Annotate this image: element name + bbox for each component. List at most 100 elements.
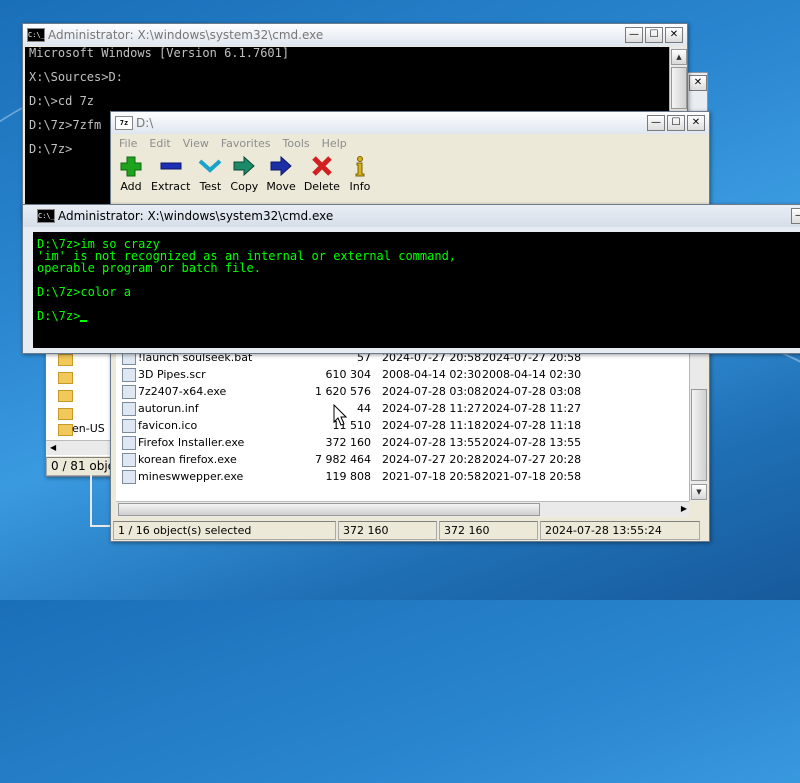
file-created: 2024-07-28 11:27 xyxy=(482,402,582,415)
test-label: Test xyxy=(199,180,222,193)
test-button[interactable]: Test xyxy=(198,155,222,193)
extract-button[interactable]: Extract xyxy=(151,155,190,193)
file-created: 2024-07-28 13:55 xyxy=(482,436,582,449)
file-size: 7 982 464 xyxy=(315,453,371,466)
file-icon xyxy=(122,402,136,416)
file-row[interactable]: korean firefox.exe 7 982 464 2024-07-27 20… xyxy=(116,451,689,468)
scroll-thumb[interactable] xyxy=(118,503,540,516)
file-size: 372 160 xyxy=(325,436,372,449)
scroll-thumb[interactable] xyxy=(691,389,707,481)
status-modified: 2024-07-28 13:55:24 xyxy=(540,521,700,540)
file-list[interactable]: !launch soulseek.bat 57 2024-07-27 20:58 20… xyxy=(116,349,689,501)
horizontal-scrollbar[interactable]: ▶ xyxy=(116,501,689,517)
file-modified: 2024-07-28 13:55 xyxy=(382,436,482,449)
file-created: 2024-07-28 11:18 xyxy=(482,419,582,432)
minimize-button[interactable]: — xyxy=(625,27,643,43)
menu-edit[interactable]: Edit xyxy=(149,137,170,150)
text-cursor xyxy=(80,320,88,322)
tree-item-en-us[interactable]: en-US xyxy=(72,422,105,435)
console-line: D:\>cd 7z xyxy=(29,94,95,108)
horizontal-scrollbar[interactable]: ◀ xyxy=(46,440,120,455)
status-selection: 1 / 16 object(s) selected xyxy=(113,521,336,540)
extract-icon xyxy=(160,162,182,170)
mouse-cursor-icon xyxy=(333,404,347,426)
file-row[interactable]: 7z2407-x64.exe 1 620 576 2024-07-28 03:08 2… xyxy=(116,383,689,400)
status-size: 372 160 xyxy=(338,521,437,540)
file-created: 2021-07-18 20:58 xyxy=(482,470,582,483)
close-button[interactable]: ✕ xyxy=(689,75,707,91)
console-output[interactable]: D:\7z>im so crazy'im' is not recognized … xyxy=(33,232,800,348)
file-row[interactable]: autorun.inf 44 2024-07-28 11:27 2024-07-28 … xyxy=(116,400,689,417)
file-created: 2008-04-14 02:30 xyxy=(482,368,582,381)
folder-icon xyxy=(58,408,73,420)
menu-view[interactable]: View xyxy=(183,137,209,150)
file-size: 1 620 576 xyxy=(315,385,371,398)
folder-icon xyxy=(58,390,73,402)
cmd-icon: C:\_ xyxy=(27,28,45,42)
file-size: 11 510 xyxy=(332,419,372,432)
folder-icon xyxy=(58,424,73,436)
menu-file[interactable]: File xyxy=(119,137,137,150)
file-row[interactable]: 3D Pipes.scr 610 304 2008-04-14 02:30 2008-… xyxy=(116,366,689,383)
cmd-window-front[interactable]: C:\_ Administrator: X:\windows\system32\… xyxy=(22,204,800,354)
file-icon xyxy=(122,436,136,450)
window-title: Administrator: X:\windows\system32\cmd.e… xyxy=(58,209,334,223)
file-modified: 2024-07-28 11:27 xyxy=(382,402,482,415)
file-icon xyxy=(122,419,136,433)
info-label: Info xyxy=(349,180,371,193)
title-bar[interactable]: C:\_ Administrator: X:\windows\system32\… xyxy=(23,24,687,46)
folder-tree: en-US ◀ xyxy=(46,346,120,456)
vertical-scrollbar[interactable]: ▼ xyxy=(689,349,707,501)
delete-button[interactable]: Delete xyxy=(304,155,340,193)
file-created: 2024-07-27 20:28 xyxy=(482,453,582,466)
delete-label: Delete xyxy=(303,180,340,193)
file-created: 2024-07-28 03:08 xyxy=(482,385,582,398)
minimize-button[interactable]: — xyxy=(647,115,665,131)
copy-icon xyxy=(233,155,256,177)
info-icon xyxy=(355,156,365,177)
back-window-edge: ✕ xyxy=(686,72,708,114)
scroll-thumb[interactable] xyxy=(671,67,687,109)
console-line: X:\Sources>D: xyxy=(29,70,123,84)
file-row[interactable]: favicon.ico 11 510 2024-07-28 11:18 2024-07… xyxy=(116,417,689,434)
menu-bar: File Edit View Favorites Tools Help xyxy=(111,134,709,153)
file-size: 610 304 xyxy=(325,368,372,381)
status-bar: 1 / 16 object(s) selected 372 160 372 16… xyxy=(113,521,703,540)
scroll-right-button[interactable]: ▶ xyxy=(681,503,687,515)
cmd-icon: C:\_ xyxy=(37,209,55,223)
scroll-down-button[interactable]: ▼ xyxy=(691,484,707,500)
file-modified: 2021-07-18 20:58 xyxy=(382,470,482,483)
title-bar[interactable]: C:\_ Administrator: X:\windows\system32\… xyxy=(23,205,800,227)
delete-icon xyxy=(312,156,332,176)
console-line: D:\7z> xyxy=(37,310,800,322)
file-size: 119 808 xyxy=(325,470,372,483)
menu-tools[interactable]: Tools xyxy=(283,137,310,150)
explorer-window-back[interactable]: en-US ◀ 0 / 81 object xyxy=(45,345,120,477)
menu-help[interactable]: Help xyxy=(322,137,347,150)
maximize-button[interactable]: ☐ xyxy=(667,115,685,131)
file-modified: 2024-07-28 03:08 xyxy=(382,385,482,398)
scroll-up-button[interactable]: ▲ xyxy=(671,49,687,65)
copy-button[interactable]: Copy xyxy=(230,155,258,193)
window-title: Administrator: X:\windows\system32\cmd.e… xyxy=(48,28,324,42)
maximize-button[interactable]: ☐ xyxy=(645,27,663,43)
move-button[interactable]: Move xyxy=(266,155,296,193)
add-button[interactable]: Add xyxy=(119,155,143,193)
file-row[interactable]: mineswwepper.exe 119 808 2021-07-18 20:58 2… xyxy=(116,468,689,485)
file-modified: 2024-07-28 11:18 xyxy=(382,419,482,432)
close-button[interactable]: ✕ xyxy=(687,115,705,131)
status-text: 0 / 81 object xyxy=(46,457,118,476)
title-bar[interactable]: 7z D:\ — ☐ ✕ xyxy=(111,112,709,134)
minimize-button[interactable]: — xyxy=(791,208,800,224)
info-button[interactable]: Info xyxy=(348,155,372,193)
move-icon xyxy=(270,155,292,177)
file-row[interactable]: Firefox Installer.exe 372 160 2024-07-28 1… xyxy=(116,434,689,451)
close-button[interactable]: ✕ xyxy=(665,27,683,43)
file-icon xyxy=(122,385,136,399)
menu-favorites[interactable]: Favorites xyxy=(221,137,271,150)
window-title: D:\ xyxy=(136,116,154,130)
